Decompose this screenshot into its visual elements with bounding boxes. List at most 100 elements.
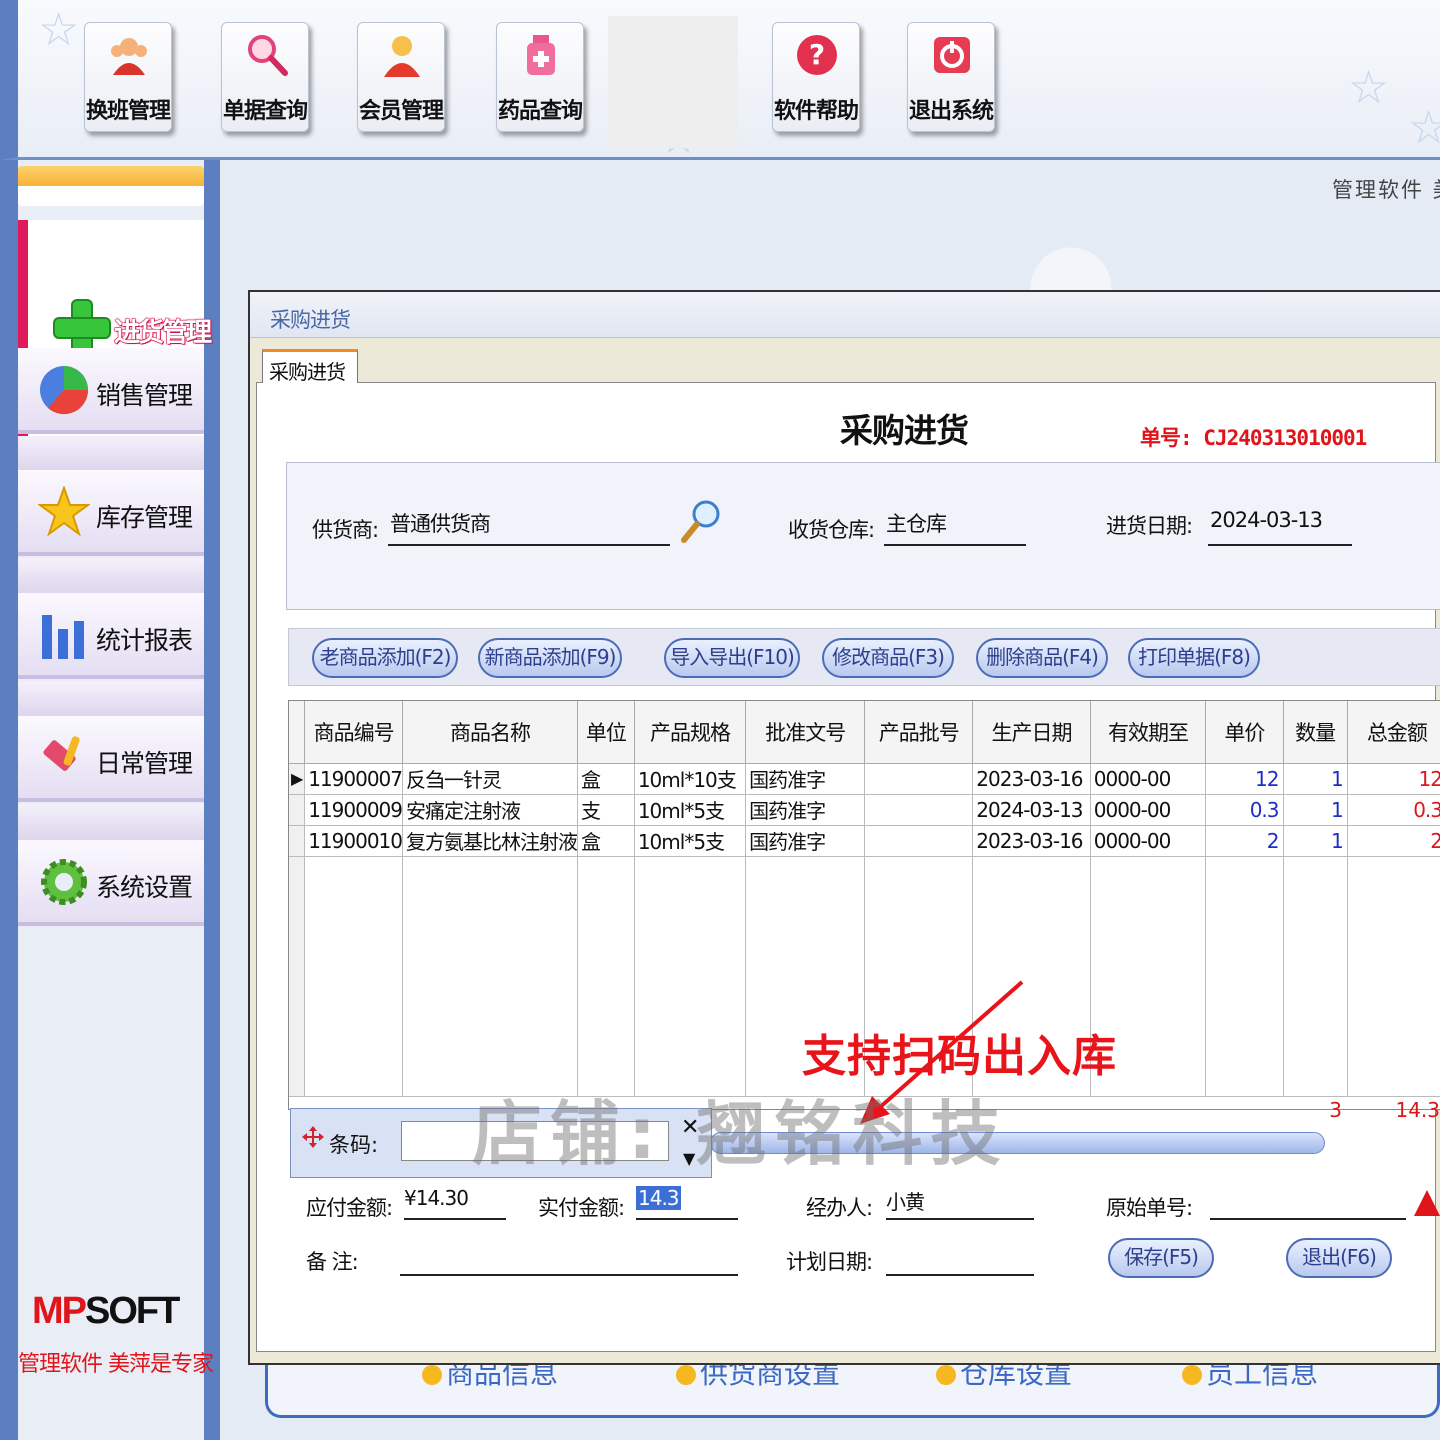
column-header[interactable]: 商品编号	[304, 701, 403, 764]
add-new-goods-button[interactable]: 新商品添加(F9)	[478, 638, 622, 678]
member-management-button[interactable]: 会员管理	[357, 22, 445, 132]
form-title: 采购进货	[840, 411, 969, 450]
pie-chart-icon	[40, 366, 89, 415]
plan-date-label: 计划日期:	[786, 1250, 873, 1274]
column-header[interactable]: 单位	[577, 701, 635, 764]
tab-purchase[interactable]: 采购进货	[262, 349, 358, 384]
star-decoration-icon: ☆	[1348, 60, 1390, 114]
supplier-label: 供货商:	[312, 518, 379, 542]
move-icon[interactable]	[301, 1125, 325, 1149]
total-quantity: 3	[1329, 1098, 1342, 1122]
exit-system-button[interactable]: 退出系统	[907, 22, 995, 132]
column-header[interactable]: 有效期至	[1090, 701, 1207, 764]
sidebar-item-label: 统计报表	[96, 626, 193, 655]
sidebar-item-reports[interactable]: 统计报表	[18, 593, 204, 679]
toolbar-button-label: 换班管理	[85, 99, 171, 124]
software-help-button[interactable]: ? 软件帮助	[772, 22, 860, 132]
remark-field[interactable]	[400, 1240, 738, 1276]
exit-button[interactable]: 退出(F6)	[1286, 1238, 1392, 1278]
order-number: 单号: CJ240313010001	[1140, 426, 1367, 450]
column-header[interactable]: 产品规格	[634, 701, 747, 764]
payable-amount: ¥14.30	[404, 1186, 506, 1220]
blank-toolbar-slot	[608, 16, 738, 148]
medicine-query-button[interactable]: 药品查询	[496, 22, 584, 132]
shift-management-button[interactable]: 换班管理	[84, 22, 172, 132]
print-document-button[interactable]: 打印单据(F8)	[1128, 638, 1260, 678]
sidebar-item-label: 日常管理	[96, 749, 193, 778]
brand-slogan: 管理软件 美萍是专家	[18, 1352, 214, 1377]
top-toolbar: ☆ ☆ ☆ ☆ 换班管理 单据查询 会员管理 药品查询	[0, 0, 1440, 164]
sidebar-item-label: 库存管理	[96, 503, 193, 532]
shift-users-icon	[111, 38, 147, 75]
total-amount: 14.3	[1395, 1098, 1440, 1122]
annotation-text: 支持扫码出入库	[802, 1031, 1117, 1082]
column-header[interactable]: 总金额	[1347, 701, 1440, 764]
column-header[interactable]: 产品批号	[864, 701, 974, 764]
window-title: 采购进货	[270, 308, 351, 332]
shop-watermark: 店铺: 翘铭科技	[472, 1093, 1009, 1175]
remark-label: 备 注:	[306, 1250, 359, 1274]
magnifier-icon	[248, 35, 288, 76]
sidebar-item-settings[interactable]: 系统设置	[18, 840, 204, 926]
purchase-window: 采购进货 采购进货 采购进货 单号: CJ240313010001 供货商: 普…	[248, 290, 1440, 1365]
warning-icon	[1414, 1190, 1440, 1216]
document-query-button[interactable]: 单据查询	[221, 22, 309, 132]
original-number-label: 原始单号:	[1106, 1196, 1193, 1220]
tools-icon	[43, 736, 80, 771]
supplier-search-icon[interactable]	[680, 498, 722, 544]
delete-goods-button[interactable]: 删除商品(F4)	[976, 638, 1108, 678]
bar-chart-icon	[42, 615, 84, 659]
plan-date-field[interactable]	[886, 1240, 1034, 1276]
barcode-label: 条码:	[329, 1133, 379, 1157]
table-header-row: 商品编号 商品名称 单位 产品规格 批准文号 产品批号 生产日期 有效期至 单价…	[289, 701, 1440, 764]
column-header[interactable]: 数量	[1283, 701, 1348, 764]
save-button[interactable]: 保存(F5)	[1108, 1238, 1214, 1278]
column-header[interactable]: 批准文号	[745, 701, 866, 764]
sidebar-item-label: 进货管理	[113, 318, 212, 349]
payable-label: 应付金额:	[306, 1196, 393, 1220]
warehouse-field[interactable]: 主仓库	[884, 508, 1026, 546]
sidebar-header-strip	[18, 166, 204, 206]
power-icon	[934, 37, 970, 73]
window-titlebar: 采购进货	[250, 292, 1440, 338]
toolbar-button-label: 会员管理	[358, 99, 444, 124]
sidebar-item-inventory[interactable]: 库存管理	[18, 470, 204, 556]
header-tagline: 管理软件 美	[1332, 178, 1440, 202]
column-header[interactable]: 生产日期	[972, 701, 1091, 764]
original-number-field[interactable]	[1210, 1186, 1406, 1220]
warehouse-label: 收货仓库:	[788, 518, 875, 542]
purchase-date-field[interactable]: 2024-03-13	[1208, 508, 1352, 546]
column-header[interactable]: 单价	[1205, 701, 1284, 764]
brand-logo: MPSOFT	[32, 1290, 180, 1332]
table-row[interactable]: 11900010 复方氨基比林注射液 盒 10ml*5支 国药准字 2023-0…	[289, 825, 1440, 857]
star-decoration-icon: ☆	[1408, 100, 1440, 154]
sidebar: 进货管理 销售管理 库存管理 统计报表 日常管理 系统设置	[0, 160, 220, 1440]
handler-field[interactable]: 小黄	[886, 1186, 1034, 1220]
column-header[interactable]: 商品名称	[402, 701, 578, 764]
member-icon	[384, 36, 420, 77]
help-icon: ?	[797, 35, 837, 75]
toolbar-button-label: 药品查询	[497, 99, 583, 124]
edit-goods-button[interactable]: 修改商品(F3)	[822, 638, 954, 678]
medicine-bottle-icon	[527, 35, 555, 75]
toolbar-button-label: 软件帮助	[773, 99, 859, 124]
gear-icon	[41, 859, 87, 905]
paid-amount-input[interactable]: 14.3	[636, 1186, 738, 1220]
supplier-field[interactable]: 普通供货商	[388, 508, 670, 546]
import-export-button[interactable]: 导入导出(F10)	[664, 638, 800, 678]
sidebar-item-label: 销售管理	[96, 381, 193, 410]
sidebar-item-daily[interactable]: 日常管理	[18, 716, 204, 802]
star-decoration-icon: ☆	[38, 2, 80, 56]
paid-label: 实付金额:	[538, 1196, 625, 1220]
sidebar-item-label: 系统设置	[96, 873, 193, 902]
handler-label: 经办人:	[806, 1196, 873, 1220]
toolbar-button-label: 退出系统	[908, 99, 994, 124]
toolbar-button-label: 单据查询	[222, 99, 308, 124]
table-row[interactable]: 11900009 安痛定注射液 支 10ml*5支 国药准字 2024-03-1…	[289, 794, 1440, 826]
add-existing-goods-button[interactable]: 老商品添加(F2)	[312, 638, 458, 678]
table-row[interactable]: ▶ 11900007 反刍一针灵 盒 10ml*10支 国药准字 2023-03…	[289, 763, 1440, 795]
star-icon	[38, 486, 90, 537]
current-row-marker-icon: ▶	[289, 763, 306, 795]
svg-text:?: ?	[809, 38, 825, 71]
sidebar-item-sales[interactable]: 销售管理	[18, 348, 204, 434]
